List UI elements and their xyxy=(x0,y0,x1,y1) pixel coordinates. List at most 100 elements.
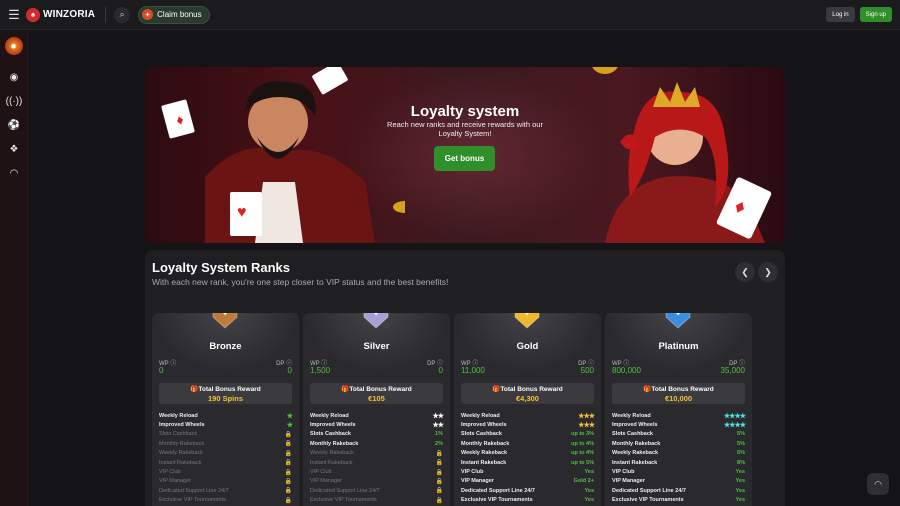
total-bonus-reward: 🎁Total Bonus Reward €10,000 xyxy=(612,383,745,404)
lock-icon: 🔒 xyxy=(435,478,443,485)
rank-card-bronze: ✦ Bronze WP ⓘ DP ⓘ 0 0 🎁Total Bonus Reward 190 … xyxy=(152,313,299,506)
feature-label: Dedicated Support Line 24/7 xyxy=(159,487,229,494)
hero-illustration-king: ♦ ♥ xyxy=(161,67,405,243)
total-bonus-reward: 🎁Total Bonus Reward €105 xyxy=(310,383,443,404)
rank-badge-icon: ✦ xyxy=(212,313,238,329)
star-rating: ★★★ xyxy=(578,422,595,430)
prev-arrow-button[interactable]: ❮ xyxy=(735,262,755,282)
lock-icon: 🔒 xyxy=(435,497,443,504)
get-bonus-button[interactable]: Get bonus xyxy=(434,146,495,171)
feature-value: Yes xyxy=(735,469,745,476)
feature-label: Monthly Rakeback xyxy=(310,440,359,447)
rank-name: Silver xyxy=(363,341,390,352)
feature-row: Monthly Rakeback 🔒 xyxy=(159,439,292,448)
menu-icon[interactable]: ☰ xyxy=(0,0,28,30)
feature-value: up to 4% xyxy=(571,440,594,447)
dp-value: 0 xyxy=(287,366,292,375)
feature-value: up to 3% xyxy=(571,431,594,438)
dp-label-text: DP xyxy=(276,361,285,367)
logo-icon: ♠ xyxy=(26,7,40,22)
feature-value: up to 5% xyxy=(571,459,594,466)
reward-value: €4,300 xyxy=(516,394,539,403)
feature-label: Exclusive VIP Tournaments xyxy=(310,497,377,504)
feature-label: Dedicated Support Line 24/7 xyxy=(310,487,380,494)
feature-value: 5% xyxy=(737,431,745,438)
rank-card-gold: ✦ Gold WP ⓘ DP ⓘ 11,000 500 🎁Total Bonus Rewar… xyxy=(454,313,601,506)
lock-icon: 🔒 xyxy=(284,441,292,448)
claim-bonus-button[interactable]: ✦ Claim bonus xyxy=(138,5,210,24)
feature-label: Weekly Reload xyxy=(159,412,198,419)
support-icon[interactable]: ◠ xyxy=(0,161,28,185)
wp-value: 0 xyxy=(159,366,164,375)
feature-label: Instant Rakeback xyxy=(159,459,202,466)
soccer-icon[interactable]: ◉ xyxy=(0,65,28,89)
feature-label: VIP Club xyxy=(159,469,181,476)
feature-label: Slots Cashback xyxy=(159,431,198,438)
feature-label: Slots Cashback xyxy=(310,431,351,438)
brand-logo[interactable]: ♠ WINZORIA xyxy=(26,7,95,22)
feature-row: Dedicated Support Line 24/7 🔒 xyxy=(159,486,292,495)
feature-row: Instant Rakeback up to 5% xyxy=(461,458,594,467)
feature-row: Exclusive VIP Tournaments Yes xyxy=(612,496,745,505)
feature-label: VIP Manager xyxy=(612,478,645,485)
feature-label: Weekly Rakeback xyxy=(310,450,354,457)
feature-row: Exclusive VIP Tournaments 🔒 xyxy=(310,496,443,505)
feature-value: 8% xyxy=(737,459,745,466)
casino-icon[interactable]: ✹ xyxy=(4,37,23,55)
dp-value: 0 xyxy=(438,366,443,375)
sidebar: ✹ ◉ ((·)) ⚽ ❖ ◠ xyxy=(0,31,28,506)
feature-value: Yes xyxy=(735,487,745,494)
reward-label: 🎁Total Bonus Reward xyxy=(612,385,745,393)
svg-text:♥: ♥ xyxy=(237,204,247,221)
rank-name: Gold xyxy=(516,341,539,352)
feature-row: Improved Wheels ★★★ xyxy=(461,420,595,430)
total-bonus-reward: 🎁Total Bonus Reward 190 Spins xyxy=(159,383,292,404)
feature-row: Slots Cashback 🔒 xyxy=(159,430,292,439)
login-button[interactable]: Log in xyxy=(826,7,855,22)
feature-label: Weekly Rakeback xyxy=(159,450,203,457)
feature-label: VIP Manager xyxy=(461,478,494,485)
feature-row: VIP Manager Yes xyxy=(612,477,745,486)
info-icon[interactable]: ⓘ xyxy=(170,361,176,367)
ball-icon[interactable]: ⚽ xyxy=(0,113,28,137)
lock-icon: 🔒 xyxy=(284,469,292,476)
feature-label: Instant Rakeback xyxy=(461,459,507,466)
feature-row: Weekly Rakeback up to 4% xyxy=(461,449,594,458)
feature-row: VIP Club Yes xyxy=(612,467,745,476)
search-icon[interactable]: ⌕ xyxy=(114,6,131,23)
feature-row: Weekly Rakeback 🔒 xyxy=(310,449,443,458)
feature-value: Yes xyxy=(735,478,745,485)
feature-label: Monthly Rakeback xyxy=(461,440,510,447)
reward-label: 🎁Total Bonus Reward xyxy=(461,385,594,393)
chevron-left-icon: ❮ xyxy=(741,266,749,277)
feature-value: 1% xyxy=(435,431,443,438)
rank-card-platinum: ✦ Platinum WP ⓘ DP ⓘ 800,000 35,000 🎁Total Bon… xyxy=(605,313,752,506)
svg-text:✦: ✦ xyxy=(524,313,530,318)
live-icon[interactable]: ((·)) xyxy=(0,89,28,113)
wp-value: 800,000 xyxy=(612,366,641,375)
chevron-right-icon: ❯ xyxy=(764,266,772,277)
reward-value: 190 Spins xyxy=(207,394,244,403)
feature-row: VIP Club Yes xyxy=(461,467,594,476)
lock-icon: 🔒 xyxy=(435,450,443,457)
feature-label: VIP Club xyxy=(310,469,332,476)
feature-label: VIP Club xyxy=(461,469,484,476)
feature-row: Instant Rakeback 8% xyxy=(612,458,745,467)
next-arrow-button[interactable]: ❯ xyxy=(758,262,778,282)
headset-icon: ◠ xyxy=(874,478,882,489)
lock-icon: 🔒 xyxy=(435,460,443,467)
feature-value: up to 4% xyxy=(571,450,594,457)
feature-row: Weekly Rakeback 5% xyxy=(612,449,745,458)
reward-label: 🎁Total Bonus Reward xyxy=(310,385,443,393)
lock-icon: 🔒 xyxy=(284,431,292,438)
feature-value: Yes xyxy=(584,487,594,494)
chip-icon[interactable]: ❖ xyxy=(0,137,28,161)
signup-button[interactable]: Sign up xyxy=(859,7,892,22)
feature-row: Monthly Rakeback 2% xyxy=(310,439,443,448)
feature-label: Weekly Reload xyxy=(612,412,651,419)
total-bonus-reward: 🎁Total Bonus Reward €4,300 xyxy=(461,383,594,404)
svg-text:✦: ✦ xyxy=(222,313,228,318)
ranks-panel: Loyalty System Ranks With each new rank,… xyxy=(145,250,785,506)
svg-text:✦: ✦ xyxy=(675,313,681,318)
support-chat-button[interactable]: ◠ xyxy=(867,473,889,495)
